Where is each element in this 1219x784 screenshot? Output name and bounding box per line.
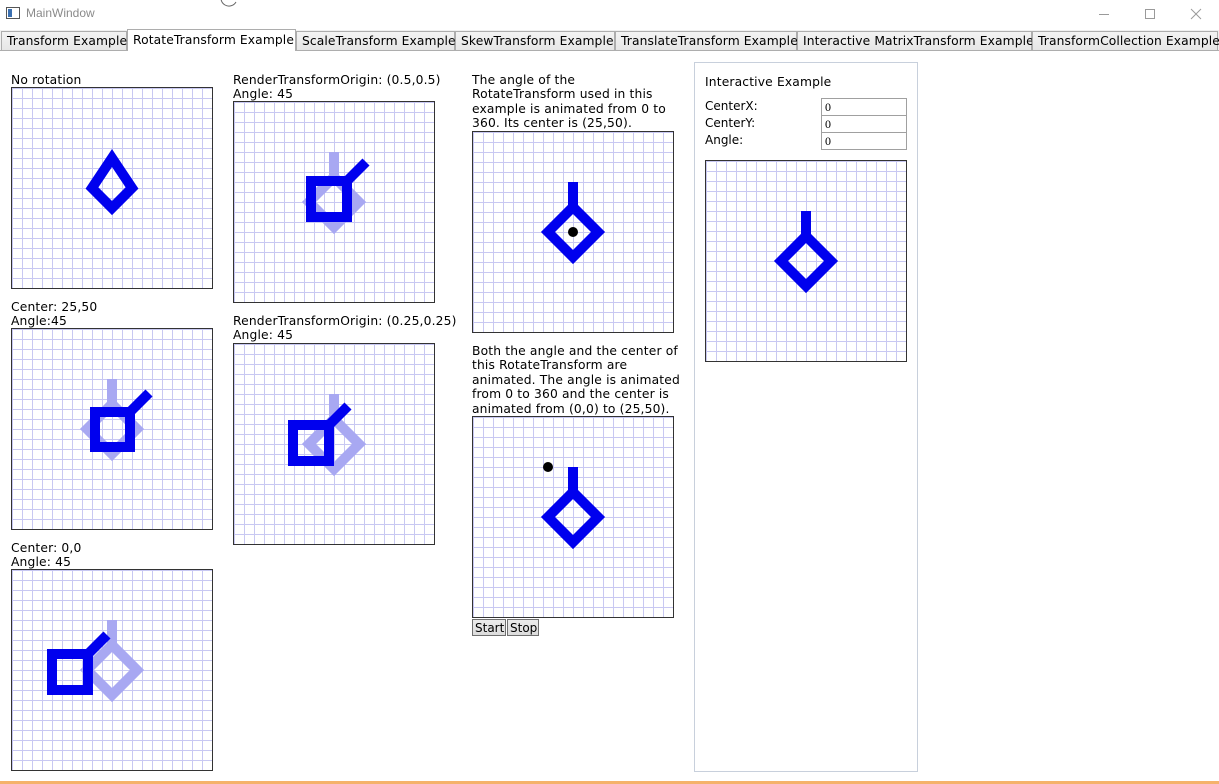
minimize-button[interactable]	[1081, 0, 1127, 28]
no-rotation-canvas	[11, 87, 213, 289]
origin-half-label-1: RenderTransformOrigin: (0.5,0.5)	[233, 73, 441, 87]
no-rotation-label: No rotation	[11, 73, 82, 87]
unrotated-shape	[85, 148, 139, 216]
animated-angle-text-1: The angle of the	[472, 73, 576, 87]
maximize-button[interactable]	[1127, 0, 1173, 28]
animated-both-text-2: this RotateTransform are	[472, 358, 628, 372]
tab-transformcollection-example[interactable]: TransformCollection Example	[1032, 31, 1219, 50]
tab-rotatetransform-example[interactable]: RotateTransform Example	[127, 29, 296, 51]
interactive-example-panel: Interactive Example CenterX: CenterY: An…	[694, 62, 918, 772]
stop-button[interactable]: Stop	[507, 619, 539, 636]
center-25-50-label-2: Angle:45	[11, 314, 67, 328]
ghost-shape	[79, 620, 145, 703]
animated-shape	[540, 467, 606, 550]
title-bar[interactable]: MainWindow	[0, 0, 1219, 30]
mouse-cursor-icon	[220, 0, 237, 7]
rotation-center-dot	[568, 227, 578, 237]
angle-input[interactable]	[821, 132, 907, 150]
origin-half-canvas	[233, 101, 435, 303]
animated-angle-text-3: example is animated from 0 to	[472, 102, 666, 116]
centerx-input[interactable]	[821, 98, 907, 116]
animated-angle-canvas	[472, 131, 674, 333]
minimize-icon	[1099, 14, 1109, 15]
center-25-50-label-1: Center: 25,50	[11, 300, 98, 314]
centery-input[interactable]	[821, 115, 907, 133]
tab-translatetransform-example[interactable]: TranslateTransform Example	[615, 31, 798, 50]
animated-shape	[540, 182, 606, 265]
tab-interactive-matrixtransform-example[interactable]: Interactive MatrixTransform Example	[797, 31, 1034, 50]
tab-scaletransform-example[interactable]: ScaleTransform Example	[296, 31, 456, 50]
animated-both-text-5: animated from (0,0) to (25,50).	[472, 402, 670, 416]
origin-quarter-label-2: Angle: 45	[233, 328, 294, 342]
interactive-shape	[773, 211, 839, 294]
close-button[interactable]	[1173, 0, 1219, 28]
centerx-label: CenterX:	[705, 99, 758, 113]
origin-quarter-canvas	[233, 343, 435, 545]
close-icon	[1190, 8, 1202, 20]
animated-both-text-4: from 0 to 360 and the center is	[472, 387, 669, 401]
animated-angle-text-4: 360. Its center is (25,50).	[472, 116, 633, 130]
animated-both-canvas	[472, 416, 674, 618]
center-0-0-canvas	[11, 569, 213, 771]
tab-skewtransform-example[interactable]: SkewTransform Example	[455, 31, 615, 50]
rotation-center-dot	[543, 462, 553, 472]
center-0-0-label-2: Angle: 45	[11, 555, 72, 569]
center-0-0-label-1: Center: 0,0	[11, 541, 82, 555]
animated-both-text-3: animated. The angle is animated	[472, 373, 680, 387]
tab-transform-example[interactable]: Transform Example	[1, 31, 127, 50]
animated-both-text-1: Both the angle and the center of	[472, 344, 678, 358]
tab-content: No rotation Center: 25,50 Angle:45 Cente…	[0, 51, 1219, 781]
interactive-canvas	[705, 160, 907, 362]
interactive-example-title: Interactive Example	[705, 75, 832, 89]
start-button[interactable]: Start	[472, 619, 506, 636]
angle-label: Angle:	[705, 133, 744, 147]
origin-half-label-2: Angle: 45	[233, 87, 294, 101]
centery-label: CenterY:	[705, 116, 756, 130]
maximize-icon	[1145, 9, 1155, 19]
window-title: MainWindow	[26, 6, 95, 20]
center-25-50-canvas	[11, 328, 213, 530]
animated-angle-text-2: RotateTransform used in this	[472, 87, 653, 101]
origin-quarter-label-1: RenderTransformOrigin: (0.25,0.25)	[233, 314, 457, 328]
tab-strip: Transform Example RotateTransform Exampl…	[0, 29, 1219, 51]
app-window-icon	[6, 7, 20, 19]
